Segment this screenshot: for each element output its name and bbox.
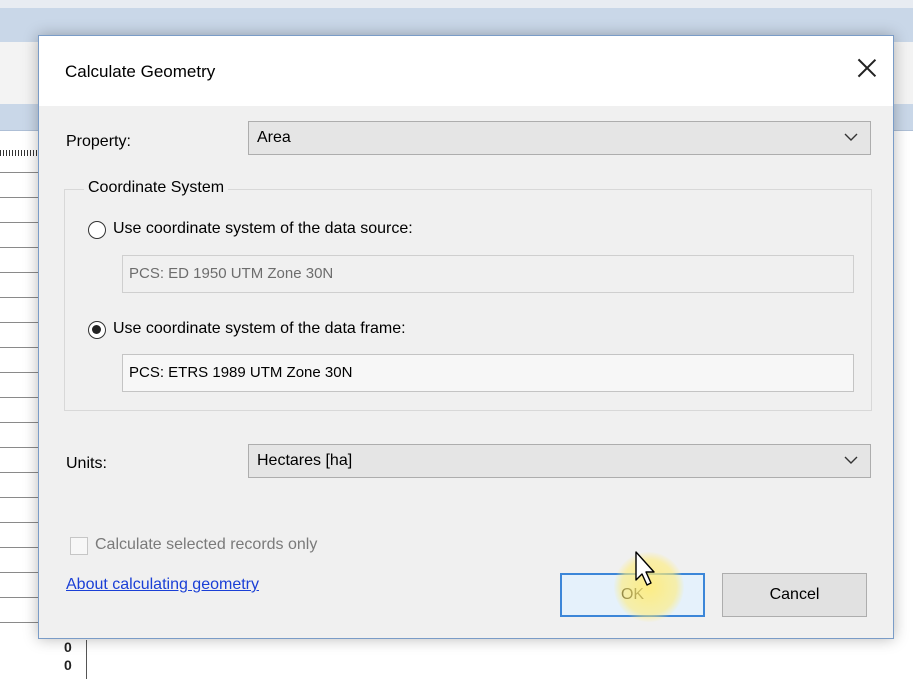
about-calculating-geometry-link[interactable]: About calculating geometry (66, 576, 259, 594)
property-dropdown[interactable]: Area (248, 121, 871, 155)
units-value: Hectares [ha] (257, 452, 353, 469)
table-cell: 0 (64, 657, 72, 673)
table-row-line (0, 597, 38, 598)
table-column-divider (86, 640, 87, 679)
table-row-line (0, 347, 38, 348)
chevron-down-icon (844, 456, 858, 464)
table-row-line (0, 622, 38, 623)
units-dropdown[interactable]: Hectares [ha] (248, 444, 871, 478)
units-label: Units: (66, 455, 107, 472)
table-row-line (0, 322, 38, 323)
table-row-line (0, 522, 38, 523)
table-row-line (0, 197, 38, 198)
cancel-button-label: Cancel (769, 586, 820, 603)
table-row-line (0, 572, 38, 573)
selected-only-checkbox[interactable] (70, 537, 88, 555)
table-row-line (0, 297, 38, 298)
selected-only-label: Calculate selected records only (95, 536, 318, 553)
cancel-button[interactable]: Cancel (722, 573, 867, 617)
table-row-line (0, 547, 38, 548)
table-row-line (0, 372, 38, 373)
data-source-cs-value: PCS: ED 1950 UTM Zone 30N (129, 265, 334, 282)
table-row-line (0, 247, 38, 248)
background-column-header (0, 150, 38, 156)
table-row-line (0, 422, 38, 423)
data-frame-cs-field: PCS: ETRS 1989 UTM Zone 30N (122, 354, 854, 392)
chevron-down-icon (844, 133, 858, 141)
property-label: Property: (66, 133, 131, 150)
data-source-cs-field: PCS: ED 1950 UTM Zone 30N (122, 255, 854, 293)
radio-selected-dot (92, 325, 101, 334)
table-row-line (0, 222, 38, 223)
table-row-line (0, 447, 38, 448)
data-frame-cs-value: PCS: ETRS 1989 UTM Zone 30N (129, 364, 353, 381)
radio-data-frame-label[interactable]: Use coordinate system of the data frame: (113, 320, 406, 338)
background-window-strip (0, 0, 913, 8)
calculate-geometry-dialog: Calculate Geometry Property: Area Coordi… (38, 35, 894, 639)
table-cell: 0 (64, 639, 72, 655)
radio-data-frame[interactable] (88, 321, 106, 339)
table-row-line (0, 272, 38, 273)
table-row-line (0, 497, 38, 498)
table-row-line (0, 397, 38, 398)
dialog-title: Calculate Geometry (65, 62, 216, 81)
property-value: Area (257, 129, 291, 146)
dialog-title-bar[interactable]: Calculate Geometry (39, 36, 893, 106)
radio-data-source[interactable] (88, 221, 106, 239)
radio-data-source-label[interactable]: Use coordinate system of the data source… (113, 220, 413, 238)
table-row-line (0, 172, 38, 173)
table-row-line (0, 472, 38, 473)
coordinate-system-legend: Coordinate System (84, 179, 229, 197)
mouse-pointer-icon (635, 551, 655, 586)
close-icon[interactable] (853, 54, 881, 82)
